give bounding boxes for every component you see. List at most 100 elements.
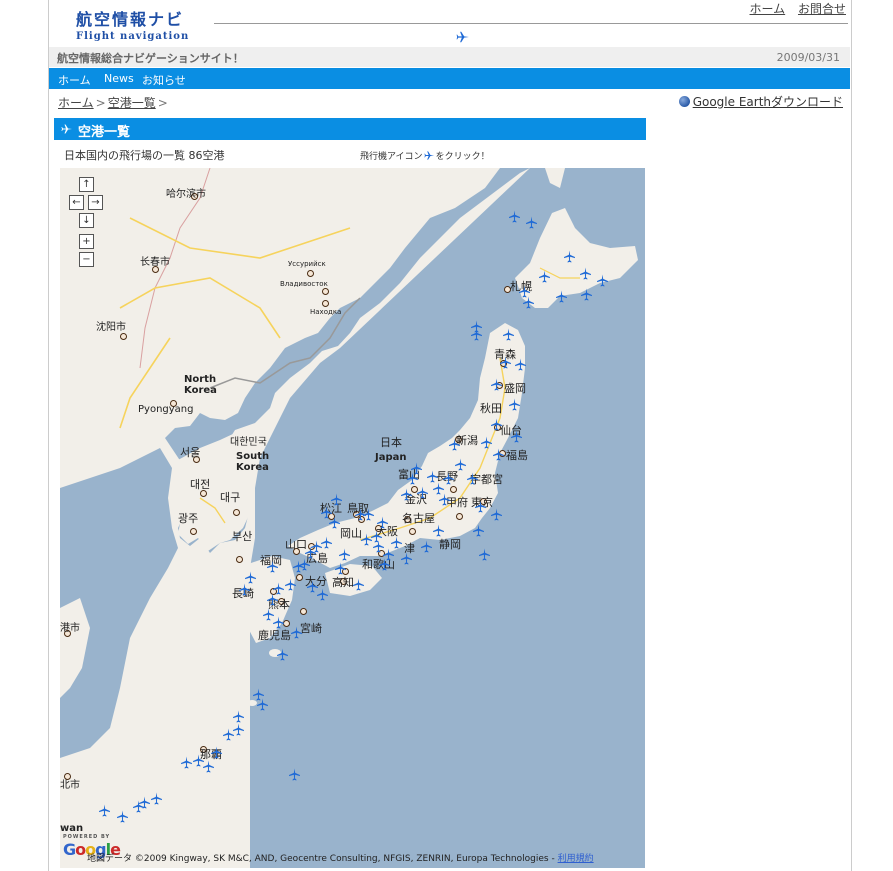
airport-plane-icon[interactable]: [316, 588, 329, 601]
nav-home[interactable]: ホーム: [58, 72, 91, 88]
airport-plane-icon[interactable]: [232, 710, 245, 723]
airport-plane-icon[interactable]: [352, 578, 365, 591]
airport-plane-icon[interactable]: [202, 760, 215, 773]
airport-plane-icon[interactable]: [138, 796, 151, 809]
airport-plane-icon[interactable]: [266, 593, 279, 606]
airport-plane-icon[interactable]: [448, 438, 461, 451]
label-nakhodka: Находка: [310, 308, 342, 316]
airport-plane-icon[interactable]: [508, 398, 521, 411]
airport-plane-icon[interactable]: [362, 508, 375, 521]
pan-down-button[interactable]: ↓: [79, 213, 94, 228]
airport-plane-icon[interactable]: [522, 296, 535, 309]
airport-plane-icon[interactable]: [555, 290, 568, 303]
map-base: [60, 168, 645, 868]
airport-plane-icon[interactable]: [338, 548, 351, 561]
airport-plane-icon[interactable]: [310, 540, 323, 553]
airport-plane-icon[interactable]: [416, 486, 429, 499]
pan-left-button[interactable]: ←: [69, 195, 84, 210]
airport-plane-icon[interactable]: [334, 562, 347, 575]
label-changchun: 长春市: [140, 257, 170, 268]
airport-plane-icon[interactable]: [406, 472, 419, 485]
site-logo[interactable]: 航空情報ナビ Flight navigation: [76, 6, 189, 42]
airport-plane-icon[interactable]: [382, 548, 395, 561]
airport-plane-icon[interactable]: [420, 540, 433, 553]
terms-link[interactable]: 利用規約: [558, 854, 594, 864]
airport-plane-icon[interactable]: [272, 616, 285, 629]
airport-plane-icon[interactable]: [514, 358, 527, 371]
airport-plane-icon[interactable]: [376, 516, 389, 529]
label-vladivostok: Владивосток: [280, 280, 328, 288]
breadcrumb-chevron-icon: >: [95, 96, 106, 110]
airport-plane-icon[interactable]: [478, 548, 491, 561]
zoom-out-button[interactable]: −: [79, 252, 94, 267]
label-akita: 秋田: [480, 402, 502, 415]
label-busan: 부산: [232, 530, 253, 543]
top-link-home[interactable]: ホーム: [750, 2, 786, 16]
airport-plane-icon[interactable]: [266, 560, 279, 573]
airport-plane-icon[interactable]: [290, 626, 303, 639]
zoom-in-button[interactable]: +: [79, 234, 94, 249]
airport-plane-icon[interactable]: [474, 500, 487, 513]
airport-plane-icon[interactable]: [256, 698, 269, 711]
airport-plane-icon[interactable]: [370, 530, 383, 543]
airport-plane-icon[interactable]: [400, 488, 413, 501]
airport-plane-icon[interactable]: [232, 723, 245, 736]
airport-plane-icon[interactable]: [292, 560, 305, 573]
airport-plane-icon[interactable]: [596, 274, 609, 287]
airport-plane-icon[interactable]: [490, 508, 503, 521]
airport-plane-icon[interactable]: [580, 288, 593, 301]
label-morioka: 盛岡: [504, 382, 526, 395]
pan-right-button[interactable]: →: [88, 195, 103, 210]
city-dot: [300, 608, 307, 615]
airport-plane-icon[interactable]: [454, 458, 467, 471]
airport-plane-icon[interactable]: [426, 470, 439, 483]
logo-jp: 航空情報ナビ: [76, 10, 185, 29]
tagline-bar: 航空情報総合ナビゲーションサイト！ 2009/03/31: [49, 47, 850, 67]
airport-plane-icon[interactable]: [510, 430, 523, 443]
hint-prefix: 飛行機アイコン: [360, 152, 423, 162]
breadcrumb-current[interactable]: 空港一覧: [108, 96, 156, 110]
airport-plane-icon[interactable]: [502, 328, 515, 341]
airport-plane-icon[interactable]: [320, 506, 333, 519]
airport-plane-icon[interactable]: [499, 356, 512, 369]
city-dot: [322, 288, 329, 295]
nav-news[interactable]: News: [104, 72, 134, 85]
airport-plane-icon[interactable]: [563, 250, 576, 263]
airport-plane-icon[interactable]: [508, 210, 521, 223]
google-earth-link[interactable]: Google Earthダウンロード: [693, 95, 843, 109]
airport-plane-icon[interactable]: [490, 378, 503, 391]
airport-plane-icon[interactable]: [330, 493, 343, 506]
label-okayama: 岡山: [340, 527, 362, 540]
airport-plane-icon[interactable]: [400, 552, 413, 565]
globe-icon: [678, 96, 690, 107]
airport-plane-icon[interactable]: [276, 648, 289, 661]
airport-plane-icon[interactable]: [466, 472, 479, 485]
city-dot: [450, 486, 457, 493]
airport-plane-icon[interactable]: [210, 746, 223, 759]
airport-plane-icon[interactable]: [116, 810, 129, 823]
airport-plane-icon[interactable]: [238, 583, 251, 596]
airport-plane-icon[interactable]: [432, 524, 445, 537]
airport-plane-icon[interactable]: [525, 216, 538, 229]
airport-plane-icon[interactable]: [492, 448, 505, 461]
breadcrumb-home[interactable]: ホーム: [58, 96, 94, 110]
airport-plane-icon[interactable]: [442, 472, 455, 485]
airport-plane-icon[interactable]: [579, 267, 592, 280]
label-north-korea-2: Korea: [184, 385, 217, 396]
airport-plane-icon[interactable]: [538, 270, 551, 283]
airport-plane-icon[interactable]: [284, 578, 297, 591]
airport-plane-icon[interactable]: [98, 804, 111, 817]
nav-notices[interactable]: お知らせ: [142, 72, 186, 88]
city-dot: [296, 574, 303, 581]
airport-plane-icon[interactable]: [472, 524, 485, 537]
airport-map[interactable]: ↑ ← → ↓ + − 哈尔滨市 长春市 沈阳市 Уссурийск Влади…: [60, 168, 645, 868]
airport-plane-icon[interactable]: [438, 493, 451, 506]
airport-plane-icon[interactable]: [470, 328, 483, 341]
airport-plane-icon[interactable]: [288, 768, 301, 781]
airport-plane-icon[interactable]: [490, 418, 503, 431]
pan-up-button[interactable]: ↑: [79, 177, 94, 192]
airport-plane-icon[interactable]: [150, 792, 163, 805]
site-tagline: 航空情報総合ナビゲーションサイト！: [57, 52, 244, 65]
label-taiwan-fragment: wan: [60, 823, 84, 834]
top-link-contact[interactable]: お問合せ: [798, 2, 846, 16]
